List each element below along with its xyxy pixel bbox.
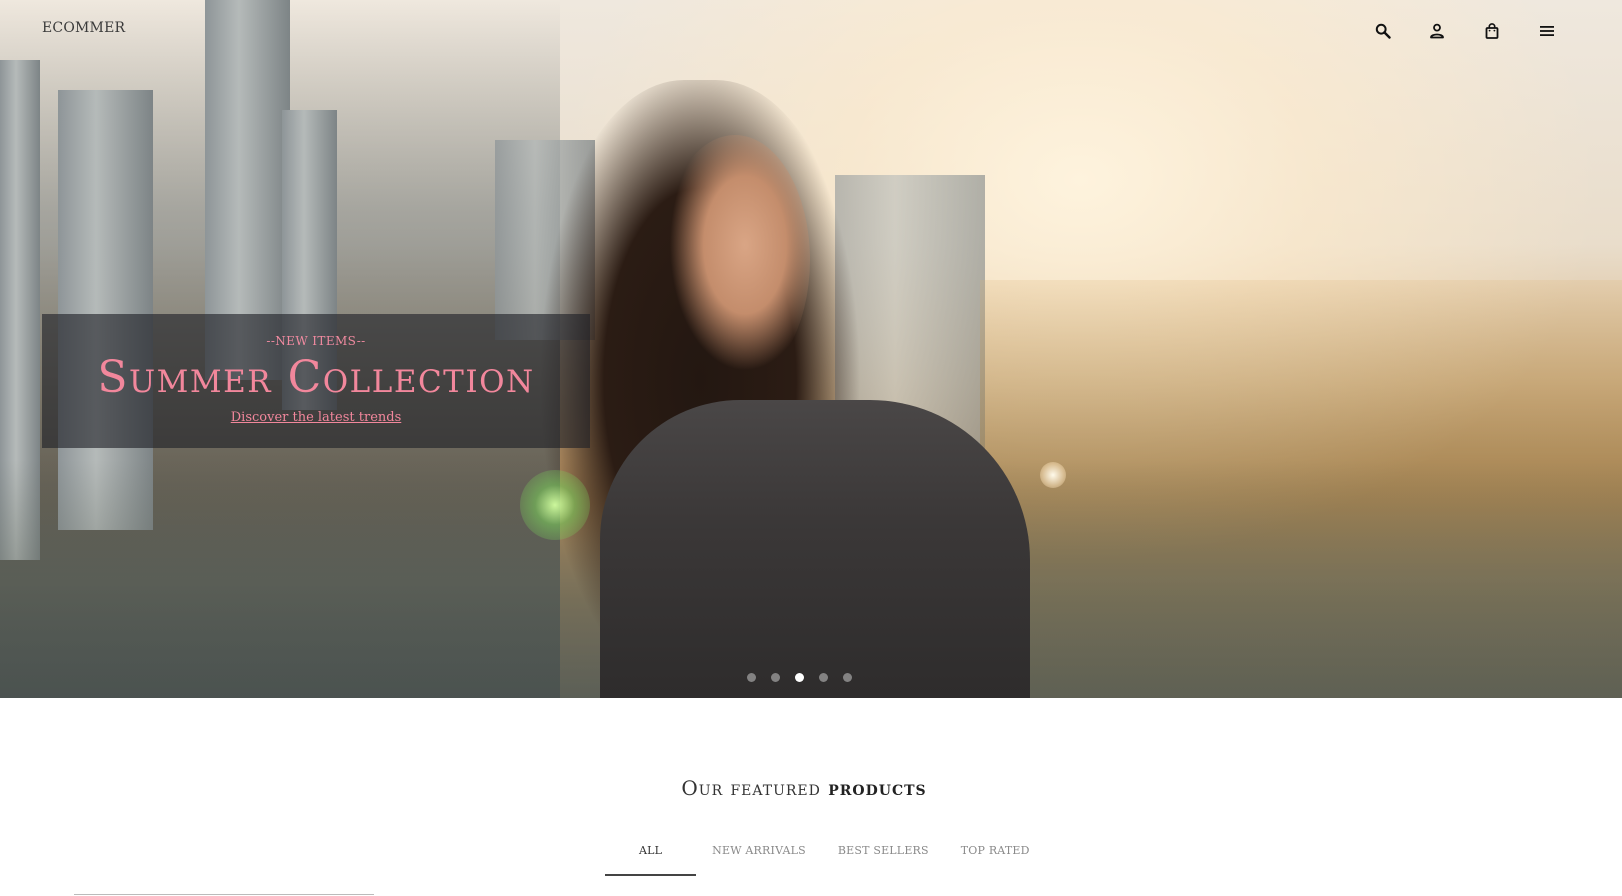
- tab-all[interactable]: ALL: [605, 840, 697, 876]
- carousel-dot-2[interactable]: [771, 673, 780, 682]
- site-header: ECOMMER: [0, 0, 1622, 62]
- carousel-dot-1[interactable]: [747, 673, 756, 682]
- account-button[interactable]: [1424, 18, 1450, 44]
- site-logo[interactable]: ECOMMER: [42, 20, 125, 36]
- menu-icon: [1540, 26, 1554, 36]
- hero-caption: --NEW ITEMS-- Summer Collection Discover…: [42, 314, 590, 448]
- featured-products-heading: Our featured products: [0, 776, 1608, 800]
- carousel-dot-5[interactable]: [843, 673, 852, 682]
- carousel-dot-3[interactable]: [795, 673, 804, 682]
- hero-model-face: [660, 135, 810, 385]
- featured-title-bold: products: [828, 776, 927, 800]
- search-button[interactable]: [1370, 18, 1396, 44]
- carousel-dots: [747, 673, 852, 685]
- tab-new-arrivals[interactable]: NEW ARRIVALS: [696, 840, 822, 876]
- search-icon: [1375, 23, 1391, 39]
- menu-button[interactable]: [1534, 18, 1560, 44]
- hero-kicker: --NEW ITEMS--: [266, 334, 366, 348]
- carousel-dot-4[interactable]: [819, 673, 828, 682]
- product-filter-tabs: ALL NEW ARRIVALS BEST SELLERS TOP RATED: [605, 840, 1046, 876]
- featured-title-light: Our featured: [681, 776, 821, 800]
- product-card-top-border: [74, 894, 374, 895]
- shopping-bag-icon: [1485, 23, 1499, 39]
- cart-button[interactable]: [1479, 18, 1505, 44]
- hero-title: Summer Collection: [97, 352, 535, 403]
- hero-model-body: [600, 400, 1030, 698]
- tab-top-rated[interactable]: TOP RATED: [945, 840, 1046, 876]
- hero-sun-glint: [1040, 462, 1066, 488]
- user-icon: [1430, 23, 1444, 39]
- discover-trends-link[interactable]: Discover the latest trends: [42, 410, 590, 425]
- hero-lens-flare: [520, 470, 590, 540]
- tab-best-sellers[interactable]: BEST SELLERS: [822, 840, 945, 876]
